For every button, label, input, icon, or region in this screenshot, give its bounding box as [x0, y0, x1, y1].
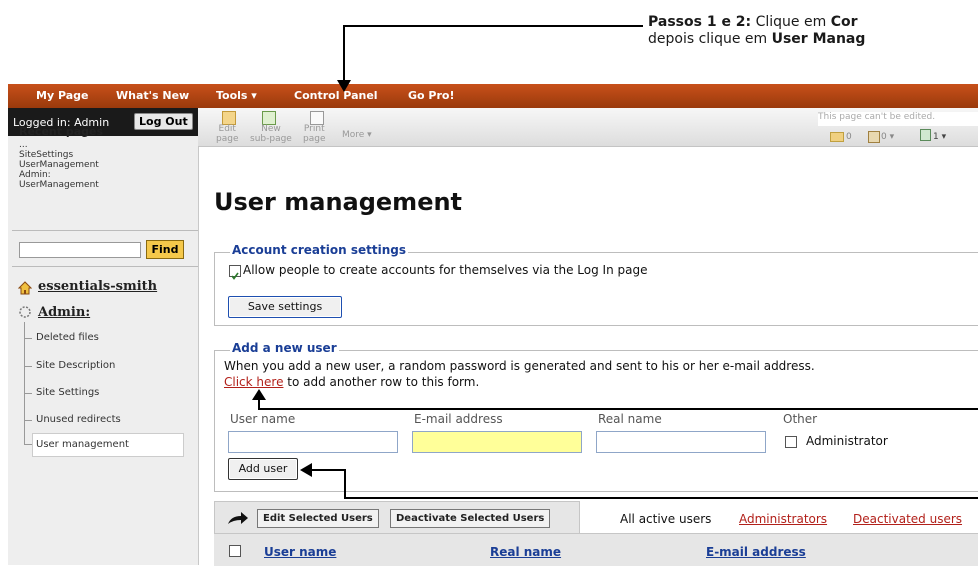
tree-item-site-settings[interactable]: Site Settings	[36, 387, 99, 398]
allow-signup-label: Allow people to create accounts for them…	[243, 263, 648, 277]
recent-page-item[interactable]: SiteSettings	[19, 150, 99, 160]
realname-input[interactable]	[596, 431, 766, 453]
checkmark-icon	[231, 272, 239, 280]
add-user-button[interactable]: Add user	[228, 458, 298, 480]
arrow-up-icon	[252, 389, 266, 400]
account-settings-legend: Account creation settings	[230, 243, 408, 257]
callout-line	[258, 408, 978, 410]
tree-line	[24, 420, 32, 421]
header-realname[interactable]: Real name	[490, 545, 561, 559]
nav-control-panel[interactable]: Control Panel	[294, 89, 378, 102]
save-settings-button[interactable]: Save settings	[228, 296, 342, 318]
recent-page-item[interactable]: UserManagement	[19, 160, 99, 170]
tree-line	[24, 366, 32, 367]
tree-item-user-management[interactable]: User management	[36, 439, 129, 450]
page-toolbar: Edit page New sub-page Print page More ▾ Th…	[198, 108, 978, 147]
tree-line	[24, 393, 32, 394]
add-user-legend: Add a new user	[230, 341, 339, 355]
new-subpage-button[interactable]: New sub-page	[250, 124, 292, 144]
folder-count[interactable]: 0	[846, 132, 852, 142]
admin-link[interactable]: Admin:	[38, 305, 90, 320]
print-page-button[interactable]: Print page	[303, 124, 325, 144]
print-icon	[310, 111, 324, 125]
header-email[interactable]: E-mail address	[706, 545, 806, 559]
callout-line	[344, 469, 346, 499]
username-column-label: User name	[230, 412, 296, 426]
divider	[12, 266, 198, 267]
callout-line	[344, 497, 978, 499]
arrow-right-icon	[227, 511, 249, 530]
administrator-checkbox[interactable]	[785, 436, 797, 448]
tree-item-site-description[interactable]: Site Description	[36, 360, 115, 371]
edit-page-button[interactable]: Edit page	[216, 124, 238, 144]
top-navigation: My Page What's New Tools ▾ Control Panel…	[8, 84, 978, 109]
cannot-edit-notice: This page can't be edited.	[818, 112, 978, 126]
site-link[interactable]: essentials-smith	[38, 279, 157, 294]
recent-page-item[interactable]: Admin:	[19, 170, 99, 180]
edit-icon	[222, 111, 236, 125]
callout-annotation: Passos 1 e 2: Clique em Cor depois cliqu…	[648, 14, 866, 47]
book-count[interactable]: 0 ▾	[881, 132, 894, 142]
filter-deactivated[interactable]: Deactivated users	[853, 512, 962, 526]
tree-item-unused-redirects[interactable]: Unused redirects	[36, 414, 121, 425]
callout-line	[343, 25, 643, 27]
pages-icon	[920, 129, 931, 141]
arrow-down-icon	[337, 80, 351, 92]
gear-icon	[18, 304, 32, 323]
tree-line	[24, 338, 32, 339]
recent-page-item: ...	[19, 140, 28, 150]
header-username[interactable]: User name	[264, 545, 336, 559]
book-icon	[868, 131, 880, 143]
realname-column-label: Real name	[598, 412, 662, 426]
users-table-header: User name Real name E-mail address	[214, 533, 978, 566]
add-row-text: Click here to add another row to this fo…	[224, 375, 480, 389]
filter-administrators[interactable]: Administrators	[739, 512, 827, 526]
home-icon	[17, 280, 33, 299]
pages-count[interactable]: 1 ▾	[933, 132, 946, 142]
add-user-description: When you add a new user, a random passwo…	[224, 359, 815, 373]
new-page-icon	[262, 111, 276, 125]
recent-page-item[interactable]: UserManagement	[19, 180, 99, 190]
folder-icon	[830, 132, 844, 142]
tree-item-deleted-files[interactable]: Deleted files	[36, 332, 99, 343]
divider	[12, 230, 198, 231]
callout-line	[343, 25, 345, 85]
nav-whats-new[interactable]: What's New	[116, 89, 189, 102]
tree-line	[24, 444, 32, 445]
deactivate-selected-users-button[interactable]: Deactivate Selected Users	[390, 509, 551, 528]
bulk-actions-bar: Edit Selected Users Deactivate Selected …	[214, 501, 580, 534]
tree-line	[24, 322, 25, 444]
filter-all-active[interactable]: All active users	[620, 512, 711, 526]
nav-go-pro[interactable]: Go Pro!	[408, 89, 454, 102]
logout-button[interactable]: Log Out	[134, 113, 193, 130]
more-menu[interactable]: More ▾	[342, 130, 372, 140]
sidebar-search-input[interactable]	[19, 242, 141, 258]
other-column-label: Other	[783, 412, 818, 426]
recent-pages-list: ... SiteSettings UserManagement Admin: U…	[19, 140, 99, 190]
arrow-left-icon	[300, 463, 312, 477]
allow-signup-checkbox[interactable]	[229, 265, 241, 280]
email-input[interactable]	[412, 431, 582, 453]
recent-pages-title: Recent pages	[19, 125, 104, 138]
callout-line	[312, 469, 346, 471]
click-here-link[interactable]: Click here	[224, 375, 283, 389]
nav-tools[interactable]: Tools ▾	[216, 89, 257, 102]
edit-selected-users-button[interactable]: Edit Selected Users	[257, 509, 379, 528]
administrator-label: Administrator	[806, 434, 888, 448]
email-column-label: E-mail address	[414, 412, 503, 426]
find-button[interactable]: Find	[146, 240, 184, 259]
page-title: User management	[214, 188, 463, 216]
username-input[interactable]	[228, 431, 398, 453]
nav-my-page[interactable]: My Page	[36, 89, 88, 102]
select-all-checkbox[interactable]	[229, 545, 241, 557]
